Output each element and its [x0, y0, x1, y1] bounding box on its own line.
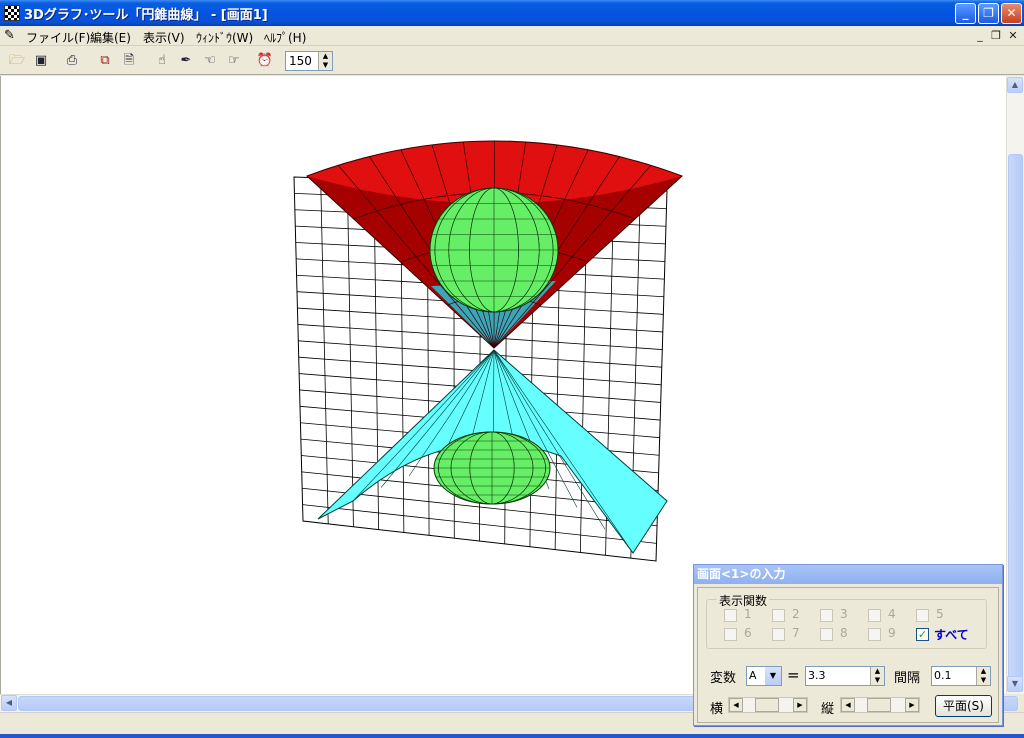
vertical-left-icon[interactable]: ◀ [841, 698, 855, 712]
function-4-checkbox[interactable] [868, 609, 881, 622]
restore-button[interactable]: ❐ [978, 3, 999, 24]
horizontal-right-icon[interactable]: ▶ [793, 698, 807, 712]
vertical-label: 縦 [821, 702, 835, 717]
function-6-checkbox[interactable] [724, 628, 737, 641]
horizontal-left-icon[interactable]: ◀ [729, 698, 743, 712]
copy-icon[interactable]: ⧉ [96, 52, 114, 70]
alarm-clock-icon[interactable]: ⏰ [256, 52, 274, 70]
function-group: 表示関数 1 2 3 4 5 6 7 8 9 ✓ すべて [706, 592, 987, 649]
variable-label: 変数 [710, 671, 737, 686]
horizontal-slider-thumb[interactable] [755, 698, 779, 712]
variable-select[interactable]: A ▼ [746, 666, 782, 686]
toolbar: 🗁 ▣ ⎙ ⧉ 🗎 ☝ ✒ ☜ ☞ ⏰ 150 ▲ ▼ [0, 47, 1024, 75]
zoom-spinner[interactable]: ▲ ▼ [318, 52, 332, 70]
zoom-down-icon[interactable]: ▼ [319, 61, 332, 70]
function-2-label: 2 [792, 607, 800, 621]
horizontal-label: 横 [710, 702, 724, 717]
interval-input-text: 0.1 [934, 669, 952, 682]
pointer-hand-icon[interactable]: ☝ [153, 52, 171, 70]
window-title: 3Dグラフ･ツール「円錐曲線」 - [画面1] [24, 8, 268, 23]
save-disk-icon[interactable]: ▣ [32, 52, 50, 70]
hand-left-icon[interactable]: ☜ [201, 52, 219, 70]
horizontal-slider[interactable]: ◀ ▶ [728, 697, 808, 713]
function-6-label: 6 [744, 626, 752, 640]
menu-help[interactable]: ﾍﾙﾌﾟ(H) [264, 29, 306, 46]
mdi-restore-button[interactable]: ❐ [990, 30, 1002, 42]
vertical-scrollbar[interactable]: ▲ ▼ [1006, 76, 1024, 694]
chevron-down-icon[interactable]: ▼ [765, 667, 781, 685]
app-icon[interactable] [4, 5, 20, 21]
function-3-checkbox[interactable] [820, 609, 833, 622]
mdi-close-button[interactable]: ✕ [1007, 30, 1019, 42]
function-5-checkbox[interactable] [916, 609, 929, 622]
minimize-button[interactable]: _ [955, 3, 976, 24]
panel-title[interactable]: 画面<1>の入力 [694, 565, 1002, 584]
close-button[interactable]: ✕ [1001, 3, 1022, 24]
function-4-label: 4 [888, 607, 896, 621]
function-group-label: 表示関数 [717, 592, 770, 609]
menu-bar: ✎ ファイル(F) 編集(E) 表示(V) ｳｨﾝﾄﾞｳ(W) ﾍﾙﾌﾟ(H) … [0, 26, 1024, 46]
value-down-icon[interactable]: ▼ [871, 676, 884, 685]
equals-sign: = [787, 666, 800, 684]
zoom-up-icon[interactable]: ▲ [319, 52, 332, 61]
function-all-label: すべて [934, 628, 969, 642]
title-bar[interactable]: 3Dグラフ･ツール「円錐曲線」 - [画面1] _ ❐ ✕ [0, 0, 1024, 26]
variable-select-value: A [749, 669, 757, 682]
vertical-scroll-thumb[interactable] [1008, 154, 1023, 692]
function-8-label: 8 [840, 626, 848, 640]
mdi-minimize-button[interactable]: _ [974, 30, 986, 42]
pen-icon[interactable]: ✒ [177, 52, 195, 70]
function-8-checkbox[interactable] [820, 628, 833, 641]
interval-input[interactable]: 0.1 ▲ ▼ [931, 666, 991, 686]
function-3-label: 3 [840, 607, 848, 621]
scroll-down-icon[interactable]: ▼ [1007, 676, 1023, 692]
value-input-text: 3.3 [808, 669, 826, 682]
value-input[interactable]: 3.3 ▲ ▼ [805, 666, 885, 686]
interval-label: 間隔 [894, 671, 921, 686]
menu-window[interactable]: ｳｨﾝﾄﾞｳ(W) [196, 29, 253, 46]
document-window-icon[interactable]: ✎ [4, 28, 20, 44]
function-1-label: 1 [744, 607, 752, 621]
zoom-value: 150 [289, 54, 312, 68]
interval-down-icon[interactable]: ▼ [977, 676, 990, 685]
interval-spinner[interactable]: ▲ ▼ [976, 667, 990, 685]
function-1-checkbox[interactable] [724, 609, 737, 622]
function-9-label: 9 [888, 626, 896, 640]
vertical-slider[interactable]: ◀ ▶ [840, 697, 920, 713]
hand-right-icon[interactable]: ☞ [225, 52, 243, 70]
input-panel[interactable]: 画面<1>の入力 表示関数 1 2 3 4 5 6 7 8 9 ✓ すべて 変数… [693, 564, 1003, 726]
print-icon[interactable]: ⎙ [63, 52, 81, 70]
vertical-right-icon[interactable]: ▶ [905, 698, 919, 712]
window-bottom-edge [0, 734, 1024, 738]
menu-file[interactable]: ファイル(F) [26, 29, 90, 46]
panel-body: 表示関数 1 2 3 4 5 6 7 8 9 ✓ すべて 変数 A ▼ = 3.… [697, 587, 999, 723]
plane-button[interactable]: 平面(S) [935, 695, 992, 717]
document-icon[interactable]: 🗎 [120, 52, 138, 70]
function-all-checkbox[interactable]: ✓ [916, 628, 929, 641]
scroll-up-icon[interactable]: ▲ [1007, 77, 1023, 93]
function-2-checkbox[interactable] [772, 609, 785, 622]
interval-up-icon[interactable]: ▲ [977, 667, 990, 676]
value-spinner[interactable]: ▲ ▼ [870, 667, 884, 685]
value-up-icon[interactable]: ▲ [871, 667, 884, 676]
function-9-checkbox[interactable] [868, 628, 881, 641]
upper-sphere [429, 187, 559, 313]
open-folder-icon[interactable]: 🗁 [8, 52, 26, 70]
vertical-slider-thumb[interactable] [867, 698, 891, 712]
menu-view[interactable]: 表示(V) [143, 29, 185, 46]
menu-edit[interactable]: 編集(E) [90, 29, 131, 46]
function-5-label: 5 [936, 607, 944, 621]
function-7-checkbox[interactable] [772, 628, 785, 641]
lower-sphere [433, 431, 551, 505]
zoom-input[interactable]: 150 ▲ ▼ [285, 51, 333, 71]
function-7-label: 7 [792, 626, 800, 640]
scroll-left-icon[interactable]: ◀ [1, 695, 17, 711]
